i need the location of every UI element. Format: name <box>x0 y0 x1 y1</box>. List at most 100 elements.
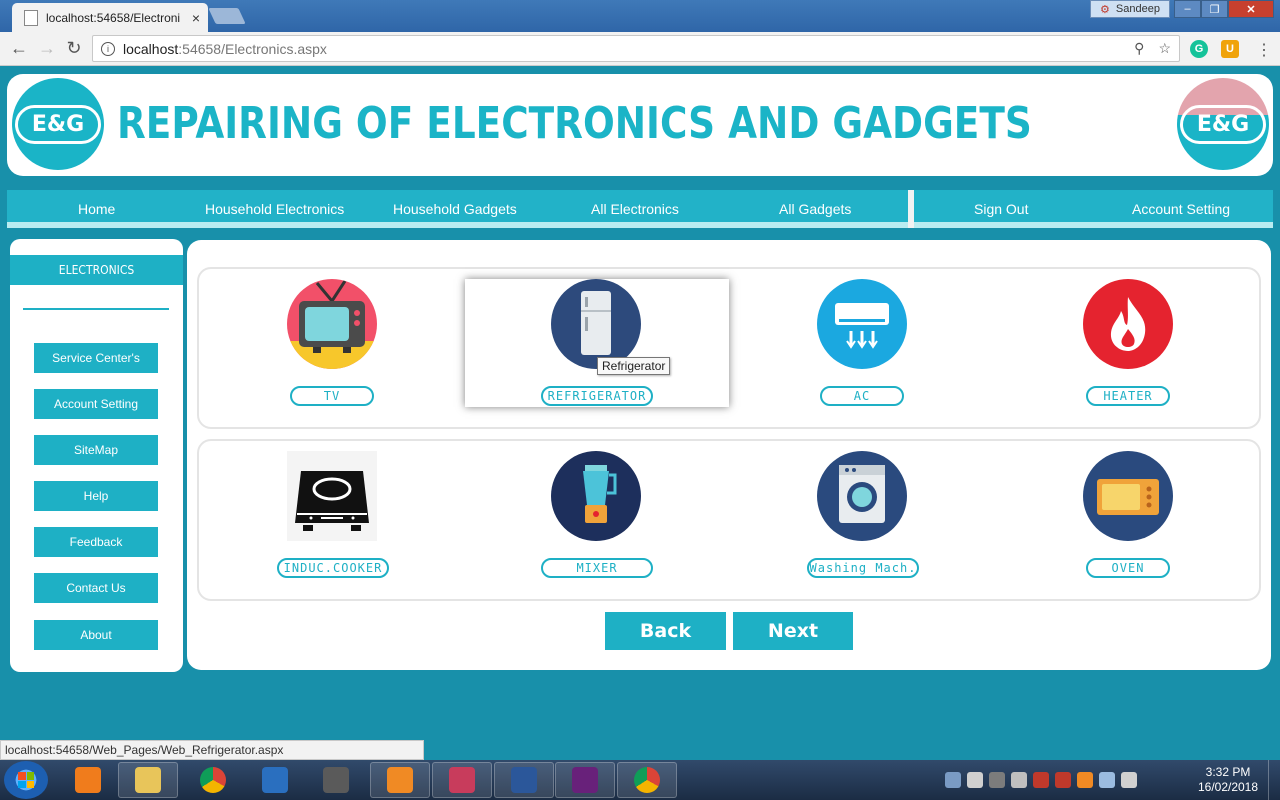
site-logo-right: E&G <box>1177 78 1269 170</box>
zoom-icon[interactable]: ⚲ <box>1134 40 1144 57</box>
word-taskbar-icon[interactable] <box>494 762 554 798</box>
product-card-refrigerator[interactable]: REFRIGERATOR <box>465 279 729 407</box>
tv-icon <box>287 279 377 369</box>
sidebar-divider <box>23 308 169 310</box>
tab-title: localhost:54658/Electroni <box>46 10 181 25</box>
nav-all-electronics[interactable]: All Electronics <box>591 201 679 217</box>
media-player-taskbar-icon[interactable] <box>58 762 118 798</box>
browser-titlebar: localhost:54658/Electroni × ⚙ Sandeep – … <box>0 0 1280 32</box>
product-card-tv[interactable]: TV <box>201 279 465 407</box>
product-label-mixer[interactable]: MIXER <box>541 558 653 578</box>
browser-toolbar: ← → ↻ i localhost :54658/Electronics.asp… <box>0 32 1280 66</box>
profile-button[interactable]: ⚙ Sandeep <box>1090 0 1170 18</box>
extension-icon[interactable]: U <box>1221 40 1239 58</box>
bookmark-star-icon[interactable]: ☆ <box>1158 40 1171 57</box>
oven-icon <box>1083 451 1173 541</box>
page-favicon-icon <box>24 9 38 26</box>
product-label-heater[interactable]: HEATER <box>1086 386 1170 406</box>
nav-all-gadgets[interactable]: All Gadgets <box>779 201 851 217</box>
volume-icon[interactable] <box>1011 772 1027 788</box>
windows-logo-icon <box>18 772 34 788</box>
product-label-refrigerator[interactable]: REFRIGERATOR <box>541 386 653 406</box>
profile-name: Sandeep <box>1115 3 1160 15</box>
ac-icon <box>817 279 907 369</box>
maximize-button[interactable]: ❐ <box>1201 0 1228 18</box>
tray-icon[interactable] <box>967 772 983 788</box>
show-desktop-button[interactable] <box>1268 760 1280 800</box>
address-bar[interactable]: i localhost :54658/Electronics.aspx ⚲ ☆ <box>92 35 1180 62</box>
sidebar: ELECTRONICS Service Center's Account Set… <box>10 239 183 672</box>
sidebar-item-contact-us[interactable]: Contact Us <box>34 573 158 603</box>
chrome-taskbar-icon[interactable] <box>183 762 243 798</box>
url-path: :54658/Electronics.aspx <box>178 40 327 57</box>
minimize-button[interactable]: – <box>1174 0 1201 18</box>
browser-tab[interactable]: localhost:54658/Electroni × <box>12 3 208 32</box>
sidebar-item-about[interactable]: About <box>34 620 158 650</box>
sidebar-item-sitemap[interactable]: SiteMap <box>34 435 158 465</box>
site-logo[interactable]: E&G <box>12 78 104 170</box>
main-navigation: Home Household Electronics Household Gad… <box>7 190 1273 228</box>
sidebar-item-account-setting[interactable]: Account Setting <box>34 389 158 419</box>
file-explorer-taskbar-icon[interactable] <box>118 762 178 798</box>
refrigerator-icon <box>551 279 641 369</box>
nav-divider <box>908 190 914 228</box>
action-center-icon[interactable] <box>1121 772 1137 788</box>
chrome-active-taskbar-icon[interactable] <box>617 762 677 798</box>
site-header: E&G REPAIRING OF ELECTRONICS AND GADGETS… <box>7 74 1273 176</box>
site-title: REPAIRING OF ELECTRONICS AND GADGETS <box>117 98 1032 149</box>
product-label-induction-cooker[interactable]: INDUC.COOKER <box>277 558 389 578</box>
chrome-menu-icon[interactable]: ⋮ <box>1256 40 1272 60</box>
powershell-taskbar-icon[interactable] <box>245 762 305 798</box>
page-body: E&G REPAIRING OF ELECTRONICS AND GADGETS… <box>0 66 1280 760</box>
nav-household-electronics[interactable]: Household Electronics <box>205 201 344 217</box>
product-label-ac[interactable]: AC <box>820 386 904 406</box>
info-icon[interactable]: i <box>101 41 115 56</box>
start-button[interactable] <box>4 761 48 799</box>
product-label-washing-machine[interactable]: Washing Mach. <box>807 558 919 578</box>
next-button[interactable]: Next <box>733 612 853 650</box>
grammarly-extension-icon[interactable]: G <box>1190 40 1208 58</box>
snipping-tool-taskbar-icon[interactable] <box>432 762 492 798</box>
tray-icon[interactable] <box>1077 772 1093 788</box>
reload-icon[interactable]: ↻ <box>63 38 85 59</box>
forward-arrow-icon[interactable]: → <box>36 38 58 59</box>
dropbox-icon[interactable] <box>1099 772 1115 788</box>
nav-household-gadgets[interactable]: Household Gadgets <box>393 201 517 217</box>
system-clock[interactable]: 3:32 PM 16/02/2018 <box>1192 765 1264 795</box>
taskbar: 3:32 PM 16/02/2018 <box>0 760 1280 800</box>
logo-mark-right: E&G <box>1179 104 1267 144</box>
product-row: TV REFRIGERATOR AC HEATER <box>197 267 1261 429</box>
clock-date: 16/02/2018 <box>1197 780 1259 794</box>
back-button[interactable]: Back <box>605 612 726 650</box>
product-grid: TV REFRIGERATOR AC HEATER INDUC.COOKER M… <box>187 240 1271 670</box>
tray-icon[interactable] <box>1055 772 1071 788</box>
sidebar-item-feedback[interactable]: Feedback <box>34 527 158 557</box>
sql-taskbar-icon[interactable] <box>306 762 366 798</box>
product-card-heater[interactable]: HEATER <box>997 279 1261 407</box>
product-card-ac[interactable]: AC <box>731 279 995 407</box>
washing-machine-icon <box>817 451 907 541</box>
nav-account-setting[interactable]: Account Setting <box>1132 201 1230 217</box>
uc-browser-taskbar-icon[interactable] <box>370 762 430 798</box>
new-tab-button[interactable] <box>208 8 246 24</box>
tab-close-icon[interactable]: × <box>192 10 200 26</box>
network-icon[interactable] <box>989 772 1005 788</box>
product-card-induction-cooker[interactable]: INDUC.COOKER <box>201 451 465 579</box>
tray-icon[interactable] <box>1033 772 1049 788</box>
product-card-mixer[interactable]: MIXER <box>465 451 729 579</box>
product-card-washing-machine[interactable]: Washing Mach. <box>731 451 995 579</box>
product-card-oven[interactable]: OVEN <box>997 451 1261 579</box>
product-label-oven[interactable]: OVEN <box>1086 558 1170 578</box>
nav-home[interactable]: Home <box>78 201 115 217</box>
induction-cooker-icon <box>287 451 377 541</box>
nav-sign-out[interactable]: Sign Out <box>974 201 1028 217</box>
sidebar-item-service-centers[interactable]: Service Center's <box>34 343 158 373</box>
close-window-button[interactable]: ✕ <box>1228 0 1274 18</box>
clock-time: 3:32 PM <box>1205 765 1251 779</box>
user-icon: ⚙ <box>1100 3 1110 16</box>
visual-studio-taskbar-icon[interactable] <box>555 762 615 798</box>
sidebar-item-help[interactable]: Help <box>34 481 158 511</box>
product-label-tv[interactable]: TV <box>290 386 374 406</box>
back-arrow-icon[interactable]: ← <box>8 38 30 59</box>
tray-icon[interactable] <box>945 772 961 788</box>
